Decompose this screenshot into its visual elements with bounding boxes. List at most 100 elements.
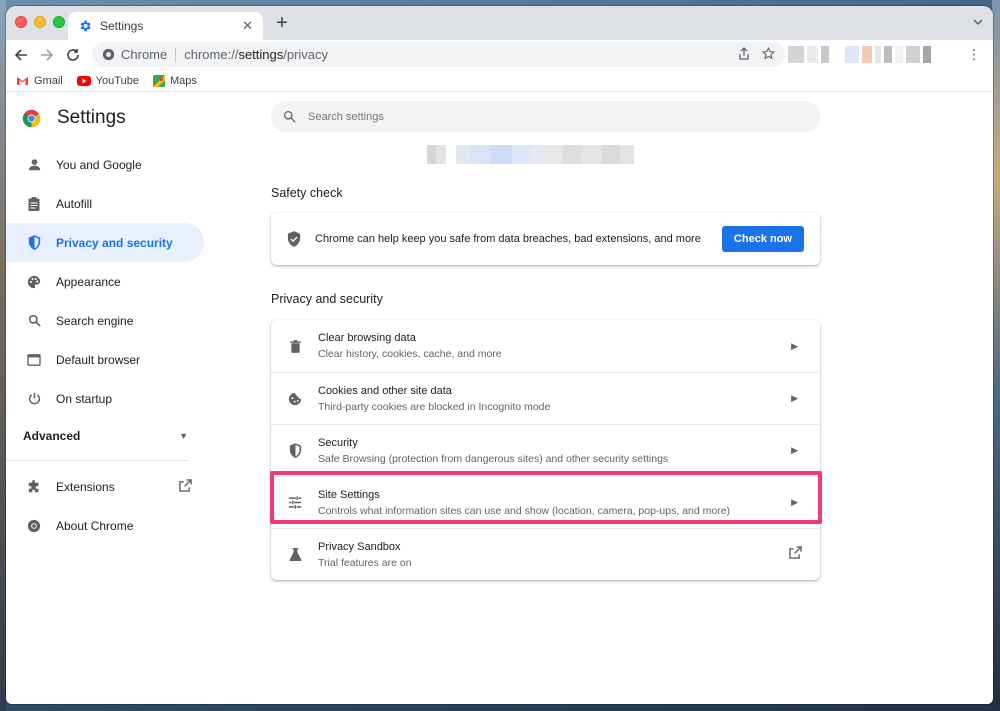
cookie-icon: [287, 391, 303, 407]
page-title: Settings: [57, 107, 126, 128]
browser-toolbar: Chrome chrome://settings/privacy ⋮: [6, 40, 993, 70]
search-input[interactable]: [308, 110, 788, 123]
clipboard-icon: [26, 196, 42, 212]
settings-header: Settings: [22, 107, 126, 129]
row-title: Clear browsing data: [318, 332, 416, 344]
gear-icon: [80, 20, 91, 32]
sidebar-item-privacy-and-security[interactable]: Privacy and security: [6, 223, 204, 262]
row-title: Cookies and other site data: [318, 384, 452, 397]
maps-icon: [152, 74, 165, 87]
address-bar[interactable]: Chrome chrome://settings/privacy: [92, 42, 785, 67]
bookmark-label: YouTube: [95, 74, 139, 87]
sidebar-advanced-toggle[interactable]: Advanced ▼: [6, 418, 204, 454]
chevron-right-icon: ▶: [791, 445, 798, 455]
bookmark-youtube[interactable]: YouTube: [76, 74, 139, 87]
url-text: chrome://settings/privacy: [184, 47, 329, 62]
browser-window: Settings ✕ + Chrome chrome://settings/pr…: [6, 6, 993, 704]
share-icon[interactable]: [738, 46, 750, 63]
palette-icon: [26, 274, 42, 290]
sidebar-item-appearance[interactable]: Appearance: [6, 262, 204, 301]
row-cookies[interactable]: Cookies and other site data Third-party …: [271, 372, 820, 424]
sidebar-item-label: Appearance: [56, 274, 121, 289]
chevron-right-icon: ▶: [791, 340, 798, 351]
sidebar-item-label: Default browser: [56, 352, 141, 367]
reload-button[interactable]: [60, 42, 86, 68]
chevron-right-icon: ▶: [791, 497, 798, 507]
settings-page: Settings You and Google Autofill Privacy…: [6, 93, 993, 704]
check-now-button[interactable]: Check now: [721, 226, 804, 252]
chrome-icon: [26, 518, 42, 534]
sidebar-item-autofill[interactable]: Autofill: [6, 184, 204, 223]
new-tab-button[interactable]: +: [270, 12, 294, 35]
sidebar-item-label: About Chrome: [56, 518, 134, 533]
chevron-right-icon: ▶: [791, 393, 798, 403]
person-icon: [26, 157, 42, 173]
bookmark-star-icon[interactable]: [761, 46, 776, 63]
puzzle-icon: [26, 479, 42, 495]
safety-check-card: Chrome can help keep you safe from data …: [271, 213, 820, 265]
sidebar-item-on-startup[interactable]: On startup: [6, 379, 204, 418]
sidebar-item-default-browser[interactable]: Default browser: [6, 340, 204, 379]
sidebar-item-label: Extensions: [56, 479, 115, 494]
search-icon: [283, 110, 296, 123]
browser-icon: [26, 352, 42, 368]
sidebar-item-extensions[interactable]: Extensions: [6, 467, 204, 506]
bookmark-maps[interactable]: Maps: [152, 74, 197, 87]
blurred-account-info: [427, 145, 634, 164]
sidebar-item-label: Autofill: [56, 196, 93, 211]
window-controls: [15, 16, 65, 28]
sidebar-item-search-engine[interactable]: Search engine: [6, 301, 204, 340]
row-title: Security: [318, 436, 358, 449]
row-subtitle: Controls what information sites can use …: [318, 504, 731, 517]
row-clear-browsing-data[interactable]: Clear browsing data Clear history, cooki…: [271, 320, 820, 372]
privacy-heading: Privacy and security: [271, 292, 383, 306]
minimize-window-button[interactable]: [34, 16, 46, 28]
back-arrow-icon: [14, 49, 27, 61]
bookmark-label: Gmail: [34, 74, 63, 87]
tune-icon: [287, 495, 303, 511]
desktop-background-right: [992, 0, 1000, 711]
settings-sidebar: You and Google Autofill Privacy and secu…: [6, 145, 206, 545]
row-security[interactable]: Security Safe Browsing (protection from …: [271, 424, 820, 476]
flask-icon: [287, 547, 303, 563]
advanced-label: Advanced: [23, 429, 81, 443]
sidebar-item-you-and-google[interactable]: You and Google: [6, 145, 204, 184]
youtube-icon: [76, 75, 91, 86]
row-site-settings[interactable]: Site Settings Controls what information …: [271, 476, 820, 528]
back-button[interactable]: [8, 42, 34, 68]
safety-check-heading: Safety check: [271, 186, 343, 200]
close-tab-icon[interactable]: ✕: [242, 18, 253, 34]
caret-down-icon: ▼: [179, 431, 188, 441]
sidebar-item-about-chrome[interactable]: About Chrome: [6, 506, 204, 545]
extensions-area[interactable]: [788, 46, 931, 63]
gmail-icon: [17, 76, 28, 85]
sidebar-item-label: You and Google: [56, 157, 142, 172]
site-chip-label: Chrome: [121, 47, 168, 62]
tab-strip: Settings ✕ +: [6, 6, 993, 40]
row-subtitle: Safe Browsing (protection from dangerous…: [318, 452, 669, 465]
close-window-button[interactable]: [15, 16, 27, 28]
safety-check-text: Chrome can help keep you safe from data …: [315, 233, 701, 245]
reload-icon: [67, 49, 79, 61]
sidebar-item-label: On startup: [56, 391, 113, 406]
power-icon: [26, 391, 42, 407]
tab-settings[interactable]: Settings ✕: [68, 12, 263, 40]
chrome-menu-icon[interactable]: ⋮: [967, 46, 981, 63]
tab-title: Settings: [100, 19, 144, 33]
bookmark-gmail[interactable]: Gmail: [16, 75, 63, 87]
sidebar-divider: [6, 460, 188, 461]
row-subtitle: Clear history, cookies, cache, and more: [318, 348, 502, 360]
tab-search-icon[interactable]: [973, 16, 983, 30]
row-title: Privacy Sandbox: [318, 540, 401, 553]
forward-arrow-icon: [41, 49, 54, 61]
row-privacy-sandbox[interactable]: Privacy Sandbox Trial features are on: [271, 528, 820, 580]
forward-button[interactable]: [34, 42, 60, 68]
privacy-card: Clear browsing data Clear history, cooki…: [271, 320, 820, 580]
bookmark-label: Maps: [169, 74, 197, 87]
row-subtitle: Third-party cookies are blocked in Incog…: [318, 400, 551, 413]
open-in-new-icon: [789, 545, 802, 564]
search-icon: [26, 313, 42, 329]
settings-search[interactable]: [271, 101, 820, 132]
shield-icon: [26, 235, 42, 251]
maximize-window-button[interactable]: [53, 16, 65, 28]
